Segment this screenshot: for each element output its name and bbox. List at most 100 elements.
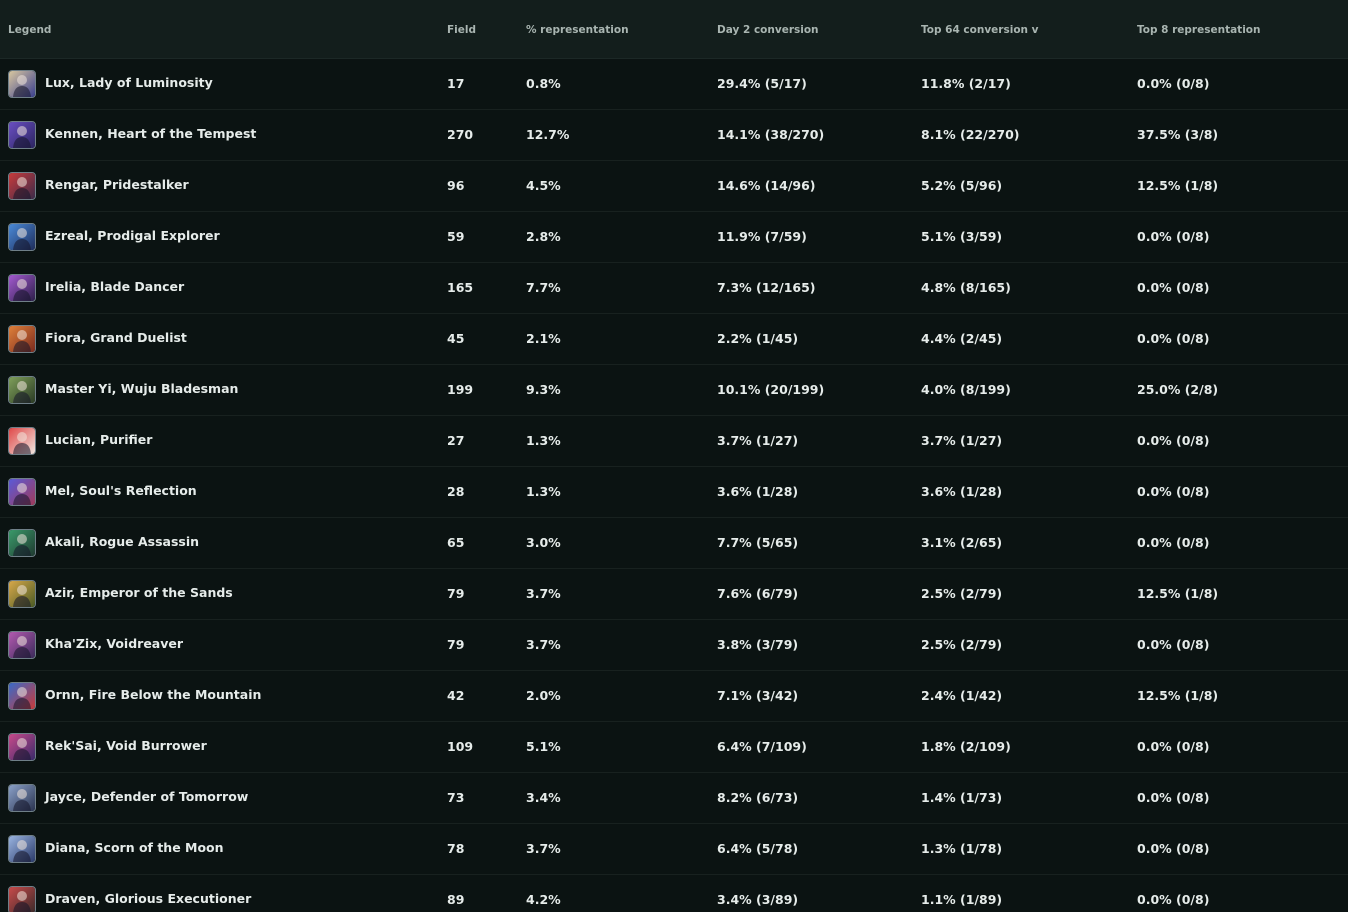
representation-value: 4.2% xyxy=(526,892,561,907)
column-header-day2-conversion[interactable]: Day 2 conversion xyxy=(717,0,819,58)
legend-name[interactable]: Master Yi, Wuju Bladesman xyxy=(45,381,238,396)
representation-value: 0.8% xyxy=(526,76,561,91)
legend-cell[interactable]: Draven, Glorious Executioner xyxy=(8,875,251,912)
legend-cell[interactable]: Kennen, Heart of the Tempest xyxy=(8,110,256,160)
legend-name[interactable]: Jayce, Defender of Tomorrow xyxy=(45,789,248,804)
day2-conversion-value: 14.1% (38/270) xyxy=(717,127,825,142)
table-row[interactable]: Ezreal, Prodigal Explorer 59 2.8% 11.9% (7/… xyxy=(0,212,1348,263)
legend-name[interactable]: Azir, Emperor of the Sands xyxy=(45,585,233,600)
lux-avatar-icon xyxy=(8,70,36,98)
reksai-avatar-icon xyxy=(8,733,36,761)
legend-cell[interactable]: Kha'Zix, Voidreaver xyxy=(8,620,183,670)
table-row[interactable]: Rek'Sai, Void Burrower 109 5.1% 6.4% (7/109… xyxy=(0,722,1348,773)
table-row[interactable]: Draven, Glorious Executioner 89 4.2% 3.4% (… xyxy=(0,875,1348,912)
top8-representation-value: 12.5% (1/8) xyxy=(1137,178,1219,193)
day2-conversion-value: 7.7% (5/65) xyxy=(717,535,799,550)
representation-value: 3.0% xyxy=(526,535,561,550)
field-value: 78 xyxy=(447,841,465,856)
legend-name[interactable]: Rek'Sai, Void Burrower xyxy=(45,738,207,753)
legend-cell[interactable]: Jayce, Defender of Tomorrow xyxy=(8,773,248,823)
legend-cell[interactable]: Mel, Soul's Reflection xyxy=(8,467,197,517)
representation-value: 1.3% xyxy=(526,484,561,499)
legend-name[interactable]: Lucian, Purifier xyxy=(45,432,152,447)
table-row[interactable]: Azir, Emperor of the Sands 79 3.7% 7.6% (6/… xyxy=(0,569,1348,620)
column-header-top8-representation[interactable]: Top 8 representation xyxy=(1137,0,1261,58)
field-value: 165 xyxy=(447,280,474,295)
table-row[interactable]: Lucian, Purifier 27 1.3% 3.7% (1/27) 3.7% (1… xyxy=(0,416,1348,467)
legend-cell[interactable]: Master Yi, Wuju Bladesman xyxy=(8,365,238,415)
field-value: 27 xyxy=(447,433,465,448)
top64-conversion-value: 3.6% (1/28) xyxy=(921,484,1003,499)
table-row[interactable]: Master Yi, Wuju Bladesman 199 9.3% 10.1% (2… xyxy=(0,365,1348,416)
day2-conversion-value: 6.4% (5/78) xyxy=(717,841,799,856)
table-row[interactable]: Lux, Lady of Luminosity 17 0.8% 29.4% (5/17… xyxy=(0,59,1348,110)
day2-conversion-value: 7.1% (3/42) xyxy=(717,688,799,703)
representation-value: 3.7% xyxy=(526,841,561,856)
representation-value: 2.8% xyxy=(526,229,561,244)
table-row[interactable]: Mel, Soul's Reflection 28 1.3% 3.6% (1/28) 3… xyxy=(0,467,1348,518)
legend-cell[interactable]: Lucian, Purifier xyxy=(8,416,152,466)
column-header-representation[interactable]: % representation xyxy=(526,0,629,58)
top64-conversion-value: 3.1% (2/65) xyxy=(921,535,1003,550)
legend-name[interactable]: Diana, Scorn of the Moon xyxy=(45,840,224,855)
top64-conversion-value: 5.2% (5/96) xyxy=(921,178,1003,193)
top8-representation-value: 0.0% (0/8) xyxy=(1137,790,1210,805)
day2-conversion-value: 6.4% (7/109) xyxy=(717,739,807,754)
field-value: 45 xyxy=(447,331,465,346)
field-value: 28 xyxy=(447,484,465,499)
legend-cell[interactable]: Irelia, Blade Dancer xyxy=(8,263,184,313)
legend-name[interactable]: Mel, Soul's Reflection xyxy=(45,483,197,498)
top8-representation-value: 0.0% (0/8) xyxy=(1137,331,1210,346)
legend-name[interactable]: Irelia, Blade Dancer xyxy=(45,279,184,294)
table-row[interactable]: Kennen, Heart of the Tempest 270 12.7% 14.1… xyxy=(0,110,1348,161)
field-value: 59 xyxy=(447,229,465,244)
table-row[interactable]: Akali, Rogue Assassin 65 3.0% 7.7% (5/65) 3.… xyxy=(0,518,1348,569)
top8-representation-value: 0.0% (0/8) xyxy=(1137,892,1210,907)
draven-avatar-icon xyxy=(8,886,36,912)
table-row[interactable]: Rengar, Pridestalker 96 4.5% 14.6% (14/96) 5… xyxy=(0,161,1348,212)
ornn-avatar-icon xyxy=(8,682,36,710)
day2-conversion-value: 8.2% (6/73) xyxy=(717,790,799,805)
table-row[interactable]: Ornn, Fire Below the Mountain 42 2.0% 7.1% … xyxy=(0,671,1348,722)
legend-cell[interactable]: Ornn, Fire Below the Mountain xyxy=(8,671,261,721)
table-row[interactable]: Fiora, Grand Duelist 45 2.1% 2.2% (1/45) 4.4… xyxy=(0,314,1348,365)
column-header-field[interactable]: Field xyxy=(447,0,476,58)
legend-cell[interactable]: Rek'Sai, Void Burrower xyxy=(8,722,207,772)
legend-name[interactable]: Fiora, Grand Duelist xyxy=(45,330,187,345)
top64-conversion-value: 1.1% (1/89) xyxy=(921,892,1003,907)
rengar-avatar-icon xyxy=(8,172,36,200)
day2-conversion-value: 3.6% (1/28) xyxy=(717,484,799,499)
top64-conversion-value: 8.1% (22/270) xyxy=(921,127,1020,142)
legend-name[interactable]: Kennen, Heart of the Tempest xyxy=(45,126,256,141)
column-header-legend[interactable]: Legend xyxy=(8,0,51,58)
top8-representation-value: 0.0% (0/8) xyxy=(1137,484,1210,499)
legend-cell[interactable]: Rengar, Pridestalker xyxy=(8,161,189,211)
representation-value: 2.1% xyxy=(526,331,561,346)
legend-name[interactable]: Kha'Zix, Voidreaver xyxy=(45,636,183,651)
legend-name[interactable]: Lux, Lady of Luminosity xyxy=(45,75,213,90)
legend-name[interactable]: Ornn, Fire Below the Mountain xyxy=(45,687,261,702)
top8-representation-value: 0.0% (0/8) xyxy=(1137,280,1210,295)
table-row[interactable]: Jayce, Defender of Tomorrow 73 3.4% 8.2% (6… xyxy=(0,773,1348,824)
day2-conversion-value: 7.6% (6/79) xyxy=(717,586,799,601)
table-row[interactable]: Irelia, Blade Dancer 165 7.7% 7.3% (12/165)… xyxy=(0,263,1348,314)
legend-cell[interactable]: Ezreal, Prodigal Explorer xyxy=(8,212,220,262)
column-header-top64-conversion[interactable]: Top 64 conversion v xyxy=(921,0,1039,58)
diana-avatar-icon xyxy=(8,835,36,863)
top8-representation-value: 37.5% (3/8) xyxy=(1137,127,1219,142)
day2-conversion-value: 3.7% (1/27) xyxy=(717,433,799,448)
top8-representation-value: 0.0% (0/8) xyxy=(1137,433,1210,448)
legend-cell[interactable]: Azir, Emperor of the Sands xyxy=(8,569,233,619)
legend-cell[interactable]: Lux, Lady of Luminosity xyxy=(8,59,213,109)
legend-name[interactable]: Rengar, Pridestalker xyxy=(45,177,189,192)
table-row[interactable]: Diana, Scorn of the Moon 78 3.7% 6.4% (5/78… xyxy=(0,824,1348,875)
legend-cell[interactable]: Diana, Scorn of the Moon xyxy=(8,824,224,874)
legend-cell[interactable]: Akali, Rogue Assassin xyxy=(8,518,199,568)
top64-conversion-value: 4.0% (8/199) xyxy=(921,382,1011,397)
legend-cell[interactable]: Fiora, Grand Duelist xyxy=(8,314,187,364)
legend-name[interactable]: Akali, Rogue Assassin xyxy=(45,534,199,549)
field-value: 270 xyxy=(447,127,474,142)
legend-name[interactable]: Ezreal, Prodigal Explorer xyxy=(45,228,220,243)
table-row[interactable]: Kha'Zix, Voidreaver 79 3.7% 3.8% (3/79) 2.5%… xyxy=(0,620,1348,671)
legend-name[interactable]: Draven, Glorious Executioner xyxy=(45,891,251,906)
